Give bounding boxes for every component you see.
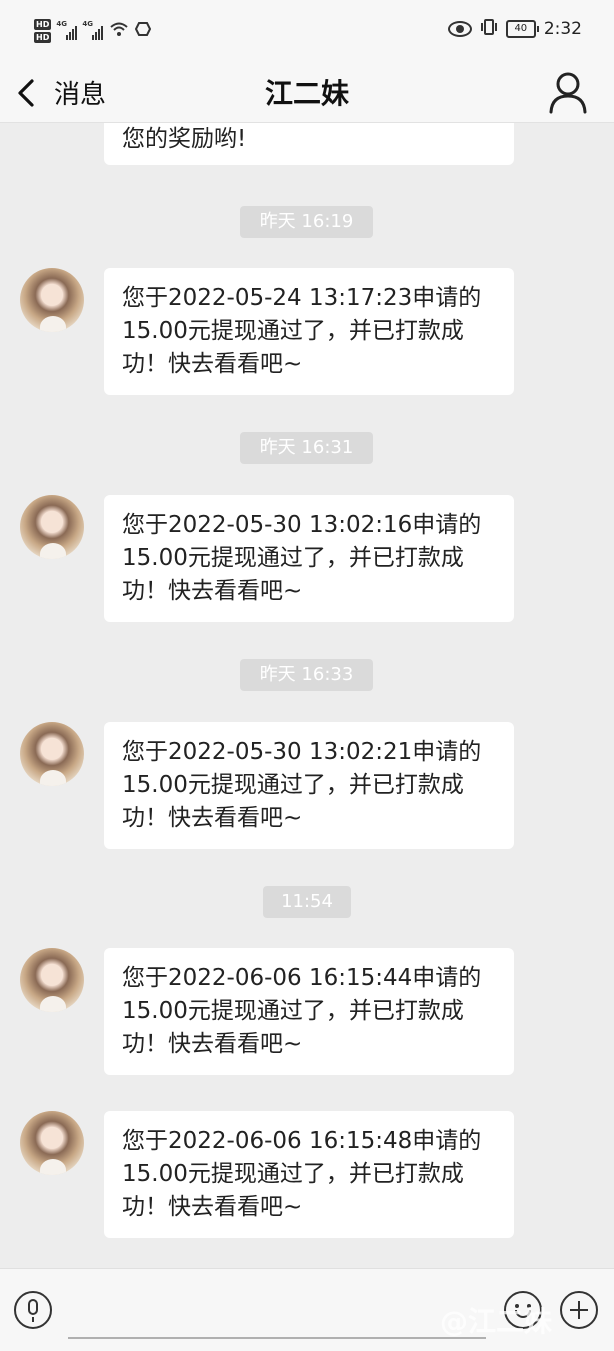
watermark: @江二妹 bbox=[440, 1305, 553, 1338]
message-bubble[interactable]: 您的奖励哟! bbox=[104, 123, 514, 165]
timestamp: 11:54 bbox=[263, 886, 351, 918]
avatar[interactable] bbox=[20, 268, 84, 332]
hd-badges: HD HD bbox=[34, 19, 52, 43]
status-time: 2:32 bbox=[543, 19, 582, 39]
profile-button[interactable] bbox=[548, 70, 588, 114]
message-bubble[interactable]: 您于2022-05-24 13:17:23申请的15.00元提现通过了，并已打款… bbox=[104, 268, 514, 395]
hotspot-icon bbox=[135, 21, 152, 41]
status-left: HD HD 4G 4G bbox=[34, 16, 152, 46]
person-icon bbox=[549, 72, 587, 114]
avatar[interactable] bbox=[20, 948, 84, 1012]
battery-icon: 40 bbox=[505, 20, 539, 38]
hd-badge-2: HD bbox=[34, 32, 52, 43]
plus-circle-icon[interactable] bbox=[560, 1291, 598, 1329]
status-bar: HD HD 4G 4G 40 2:32 bbox=[0, 0, 614, 62]
message-bubble[interactable]: 您于2022-06-06 16:15:44申请的15.00元提现通过了，并已打款… bbox=[104, 948, 514, 1075]
message-bubble[interactable]: 您于2022-05-30 13:02:16申请的15.00元提现通过了，并已打款… bbox=[104, 495, 514, 622]
message-input[interactable] bbox=[68, 1297, 486, 1339]
signal-2-icon: 4G bbox=[82, 20, 104, 40]
timestamp: 昨天 16:33 bbox=[240, 659, 373, 691]
signal-1-label: 4G bbox=[56, 20, 67, 28]
message-bubble[interactable]: 您于2022-05-30 13:02:21申请的15.00元提现通过了，并已打款… bbox=[104, 722, 514, 849]
vibrate-icon bbox=[480, 18, 498, 40]
avatar[interactable] bbox=[20, 1111, 84, 1175]
avatar[interactable] bbox=[20, 722, 84, 786]
signal-1-icon: 4G bbox=[56, 20, 78, 40]
avatar[interactable] bbox=[20, 495, 84, 559]
message-bubble[interactable]: 您于2022-06-06 16:15:48申请的15.00元提现通过了，并已打款… bbox=[104, 1111, 514, 1238]
microphone-icon[interactable] bbox=[14, 1291, 52, 1329]
status-right: 40 2:32 bbox=[447, 18, 582, 40]
page-title: 江二妹 bbox=[264, 77, 349, 110]
nav-bar: 消息 江二妹 bbox=[0, 62, 614, 123]
hd-badge-1: HD bbox=[34, 19, 52, 30]
wifi-icon bbox=[109, 21, 129, 41]
timestamp: 昨天 16:19 bbox=[240, 206, 373, 238]
timestamp: 昨天 16:31 bbox=[240, 432, 373, 464]
eye-comfort-icon bbox=[447, 21, 472, 37]
signal-2-label: 4G bbox=[82, 20, 93, 28]
chat-area[interactable]: 您的奖励哟! 昨天 16:19 您于2022-05-24 13:17:23申请的… bbox=[0, 123, 614, 1268]
